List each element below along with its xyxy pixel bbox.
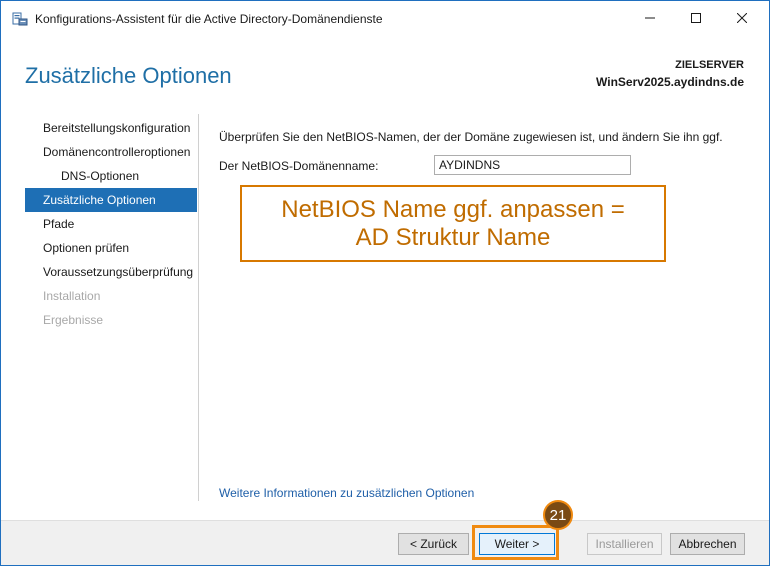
- wizard-nav: Bereitstellungskonfiguration Domänencont…: [25, 116, 197, 332]
- target-server-name: WinServ2025.aydindns.de: [596, 75, 744, 89]
- window-title: Konfigurations-Assistent für die Active …: [35, 12, 383, 26]
- wizard-window: Konfigurations-Assistent für die Active …: [0, 0, 770, 566]
- page-title: Zusätzliche Optionen: [25, 63, 232, 88]
- netbios-label: Der NetBIOS-Domänenname:: [219, 159, 379, 173]
- nav-item-dc-options[interactable]: Domänencontrolleroptionen: [25, 140, 197, 164]
- close-icon: [737, 13, 747, 23]
- maximize-button[interactable]: [673, 1, 719, 35]
- maximize-icon: [691, 13, 701, 23]
- nav-item-dns-options[interactable]: DNS-Optionen: [25, 164, 197, 188]
- annotation-line-1: NetBIOS Name ggf. anpassen =: [281, 195, 625, 223]
- netbios-input[interactable]: [434, 155, 631, 175]
- install-button: Installieren: [587, 533, 662, 555]
- nav-item-paths[interactable]: Pfade: [25, 212, 197, 236]
- nav-item-installation: Installation: [43, 289, 101, 303]
- wizard-footer: < Zurück Weiter > Installieren Abbrechen: [1, 520, 769, 565]
- close-button[interactable]: [719, 1, 765, 35]
- nav-item-deployment-config[interactable]: Bereitstellungskonfiguration: [25, 116, 197, 140]
- nav-divider: [198, 114, 199, 501]
- annotation-callout: NetBIOS Name ggf. anpassen = AD Struktur…: [240, 185, 666, 262]
- more-info-link[interactable]: Weitere Informationen zu zusätzlichen Op…: [219, 486, 474, 500]
- cancel-button[interactable]: Abbrechen: [670, 533, 745, 555]
- minimize-icon: [645, 17, 655, 19]
- target-server-label: ZIELSERVER: [675, 59, 744, 71]
- instruction-text: Überprüfen Sie den NetBIOS-Namen, der de…: [219, 130, 723, 144]
- nav-item-review-options[interactable]: Optionen prüfen: [25, 236, 197, 260]
- minimize-button[interactable]: [627, 1, 673, 35]
- server-manager-icon: [12, 11, 28, 27]
- wizard-header: Zusätzliche Optionen ZIELSERVER WinServ2…: [1, 35, 769, 113]
- annotation-line-2: AD Struktur Name: [355, 223, 551, 251]
- nav-item-additional-options[interactable]: Zusätzliche Optionen: [25, 188, 197, 212]
- nav-item-prerequisites-check[interactable]: Voraussetzungsüberprüfung: [25, 260, 197, 284]
- title-bar: Konfigurations-Assistent für die Active …: [1, 1, 769, 35]
- next-button-highlight: [472, 525, 559, 560]
- nav-item-results: Ergebnisse: [43, 313, 104, 327]
- step-badge: 21: [543, 500, 573, 530]
- back-button[interactable]: < Zurück: [398, 533, 469, 555]
